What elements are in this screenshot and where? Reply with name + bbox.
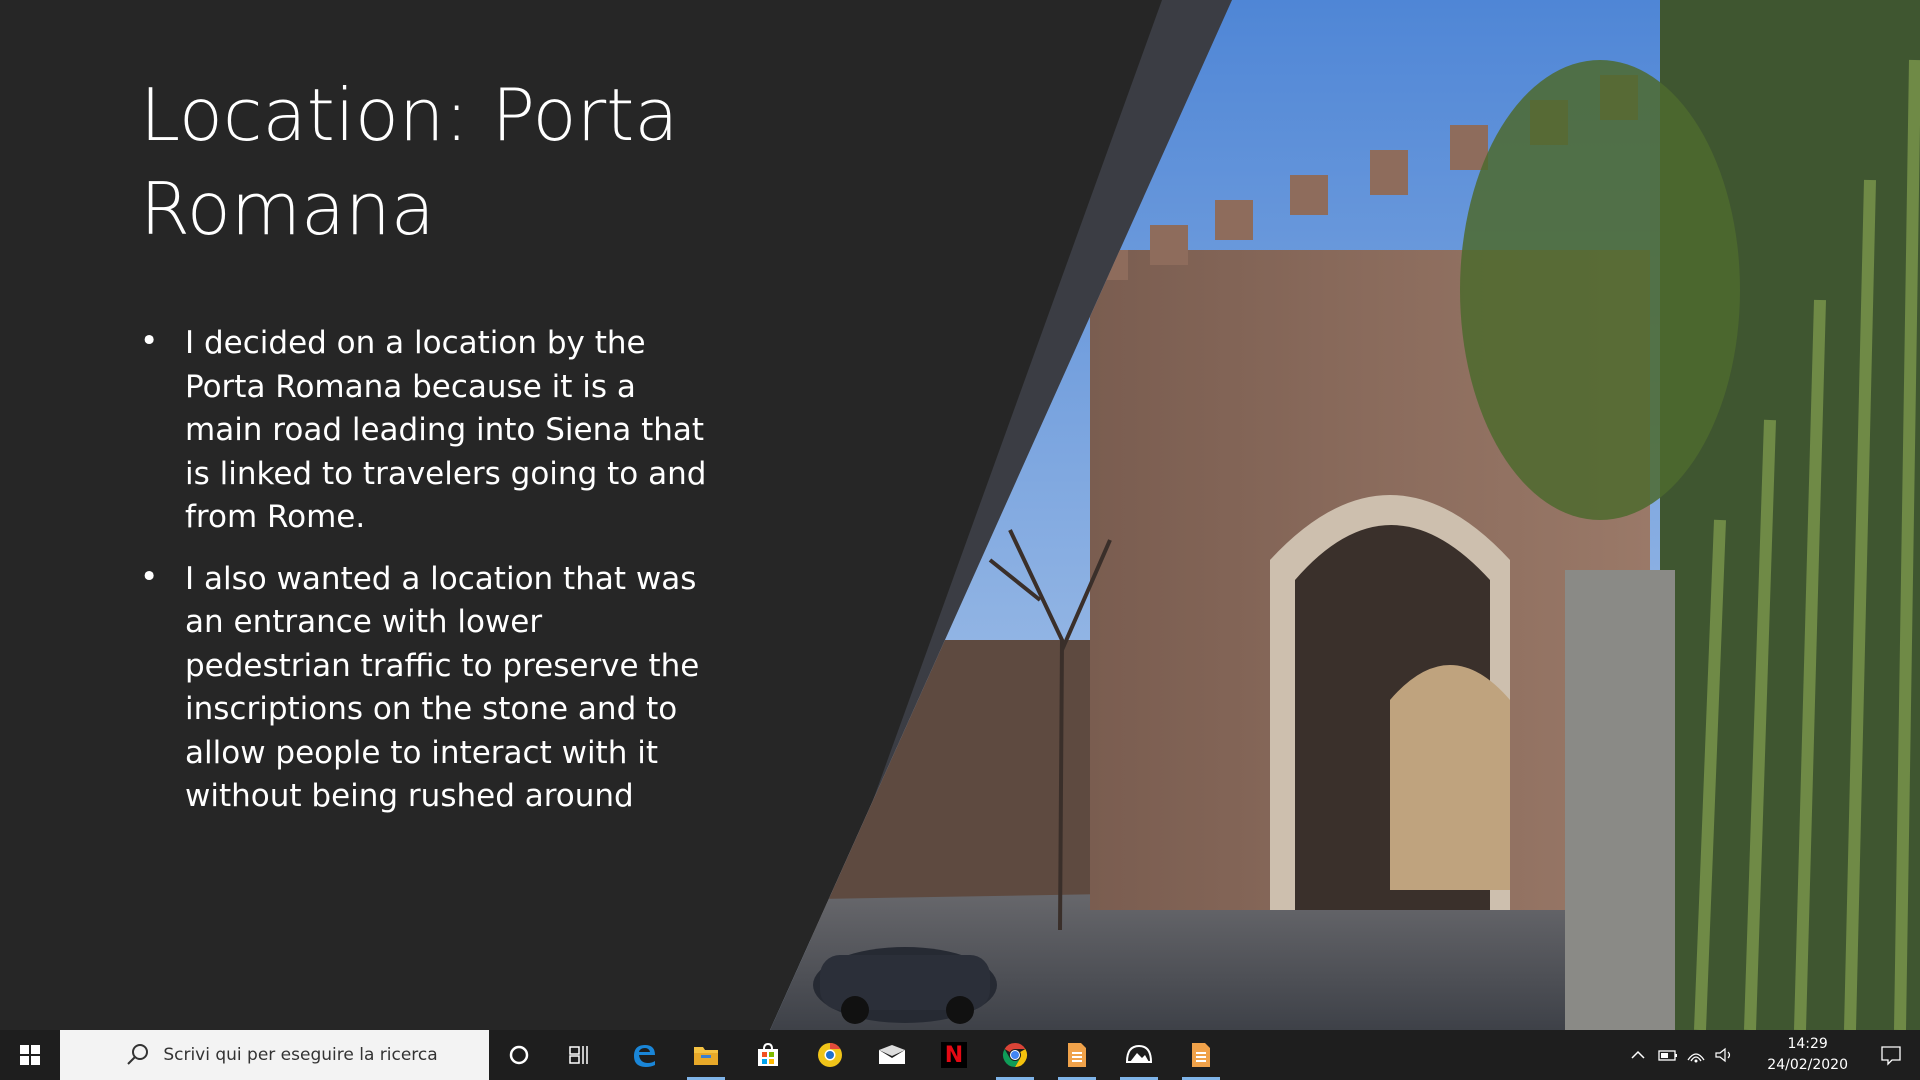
taskbar-app[interactable] <box>619 1030 669 1080</box>
clock-time: 14:29 <box>1787 1036 1828 1052</box>
taskbar-search-box[interactable]: Scrivi qui per eseguire la ricerca <box>60 1030 489 1080</box>
search-placeholder: Scrivi qui per eseguire la ricerca <box>163 1045 438 1065</box>
chevron-up-icon[interactable] <box>1630 1047 1646 1063</box>
clock-date: 24/02/2020 <box>1767 1057 1848 1073</box>
slide-title: Location: Porta Romana <box>140 68 860 256</box>
bullet-item: • I also wanted a location that was an e… <box>140 558 740 819</box>
edge-icon <box>634 1045 655 1067</box>
battery-icon[interactable] <box>1658 1047 1678 1063</box>
taskbar-app[interactable] <box>990 1030 1040 1080</box>
task-view-icon <box>569 1046 588 1064</box>
slide-bullet-list: • I decided on a location by the Porta R… <box>140 322 740 837</box>
cortana-icon <box>509 1045 529 1065</box>
slide-title-line-1: Location: Porta <box>140 73 679 157</box>
chrome-canary-icon <box>818 1043 842 1067</box>
taskbar-app[interactable] <box>867 1030 917 1080</box>
wifi-icon[interactable] <box>1686 1046 1706 1064</box>
taskbar-app[interactable] <box>805 1030 855 1080</box>
document-icon <box>1068 1043 1086 1067</box>
taskbar-clock[interactable]: 14:29 24/02/2020 <box>1767 1034 1848 1076</box>
mail-icon <box>879 1045 905 1064</box>
bullet-item: • I decided on a location by the Porta R… <box>140 322 740 540</box>
notifications-icon[interactable] <box>1880 1044 1902 1066</box>
system-tray: 14:29 24/02/2020 <box>1630 1030 1920 1080</box>
bullet-line: Porta Romana because it is a <box>185 368 636 405</box>
volume-icon[interactable] <box>1714 1046 1734 1064</box>
bullet-dot-icon: • <box>140 558 159 595</box>
taskbar-app[interactable] <box>681 1030 731 1080</box>
netflix-icon: N <box>941 1042 967 1068</box>
bullet-line: pedestrian traffic to preserve the <box>185 647 700 684</box>
taskbar-app[interactable] <box>494 1030 544 1080</box>
bullet-line: allow people to interact with it <box>185 734 658 771</box>
bullet-dot-icon: • <box>140 323 159 359</box>
powerpoint-icon <box>1192 1043 1210 1067</box>
netflix-label: N <box>944 1042 964 1068</box>
windows-taskbar: Scrivi qui per eseguire la ricerca N 14:… <box>0 1030 1920 1080</box>
bullet-line: without being rushed around <box>185 778 634 814</box>
taskbar-app[interactable] <box>1176 1030 1226 1080</box>
taskbar-app[interactable] <box>743 1030 793 1080</box>
taskbar-app[interactable]: N <box>929 1030 979 1080</box>
windows-logo-icon <box>20 1045 40 1065</box>
bullet-line: I also wanted a location that was <box>185 560 697 597</box>
bullet-line: I decided on a location by the <box>185 325 646 361</box>
bullet-line: is linked to travelers going to and <box>185 455 707 492</box>
store-icon <box>758 1042 778 1066</box>
chrome-icon <box>1002 1043 1028 1067</box>
file-explorer-icon <box>694 1047 718 1065</box>
taskbar-app[interactable] <box>1052 1030 1102 1080</box>
start-button[interactable] <box>0 1030 60 1080</box>
bullet-line: from Rome. <box>185 499 366 535</box>
photos-icon <box>1125 1044 1153 1063</box>
search-icon <box>127 1044 149 1065</box>
bullet-line: main road leading into Siena that <box>185 412 705 448</box>
bullet-line: inscriptions on the stone and to <box>185 691 678 727</box>
bullet-line: an entrance with lower <box>185 604 543 640</box>
slide-title-line-2: Romana <box>140 167 435 251</box>
presentation-slide: Location: Porta Romana • I decided on a … <box>0 0 1920 1030</box>
taskbar-app[interactable] <box>555 1030 605 1080</box>
taskbar-app[interactable] <box>1114 1030 1164 1080</box>
